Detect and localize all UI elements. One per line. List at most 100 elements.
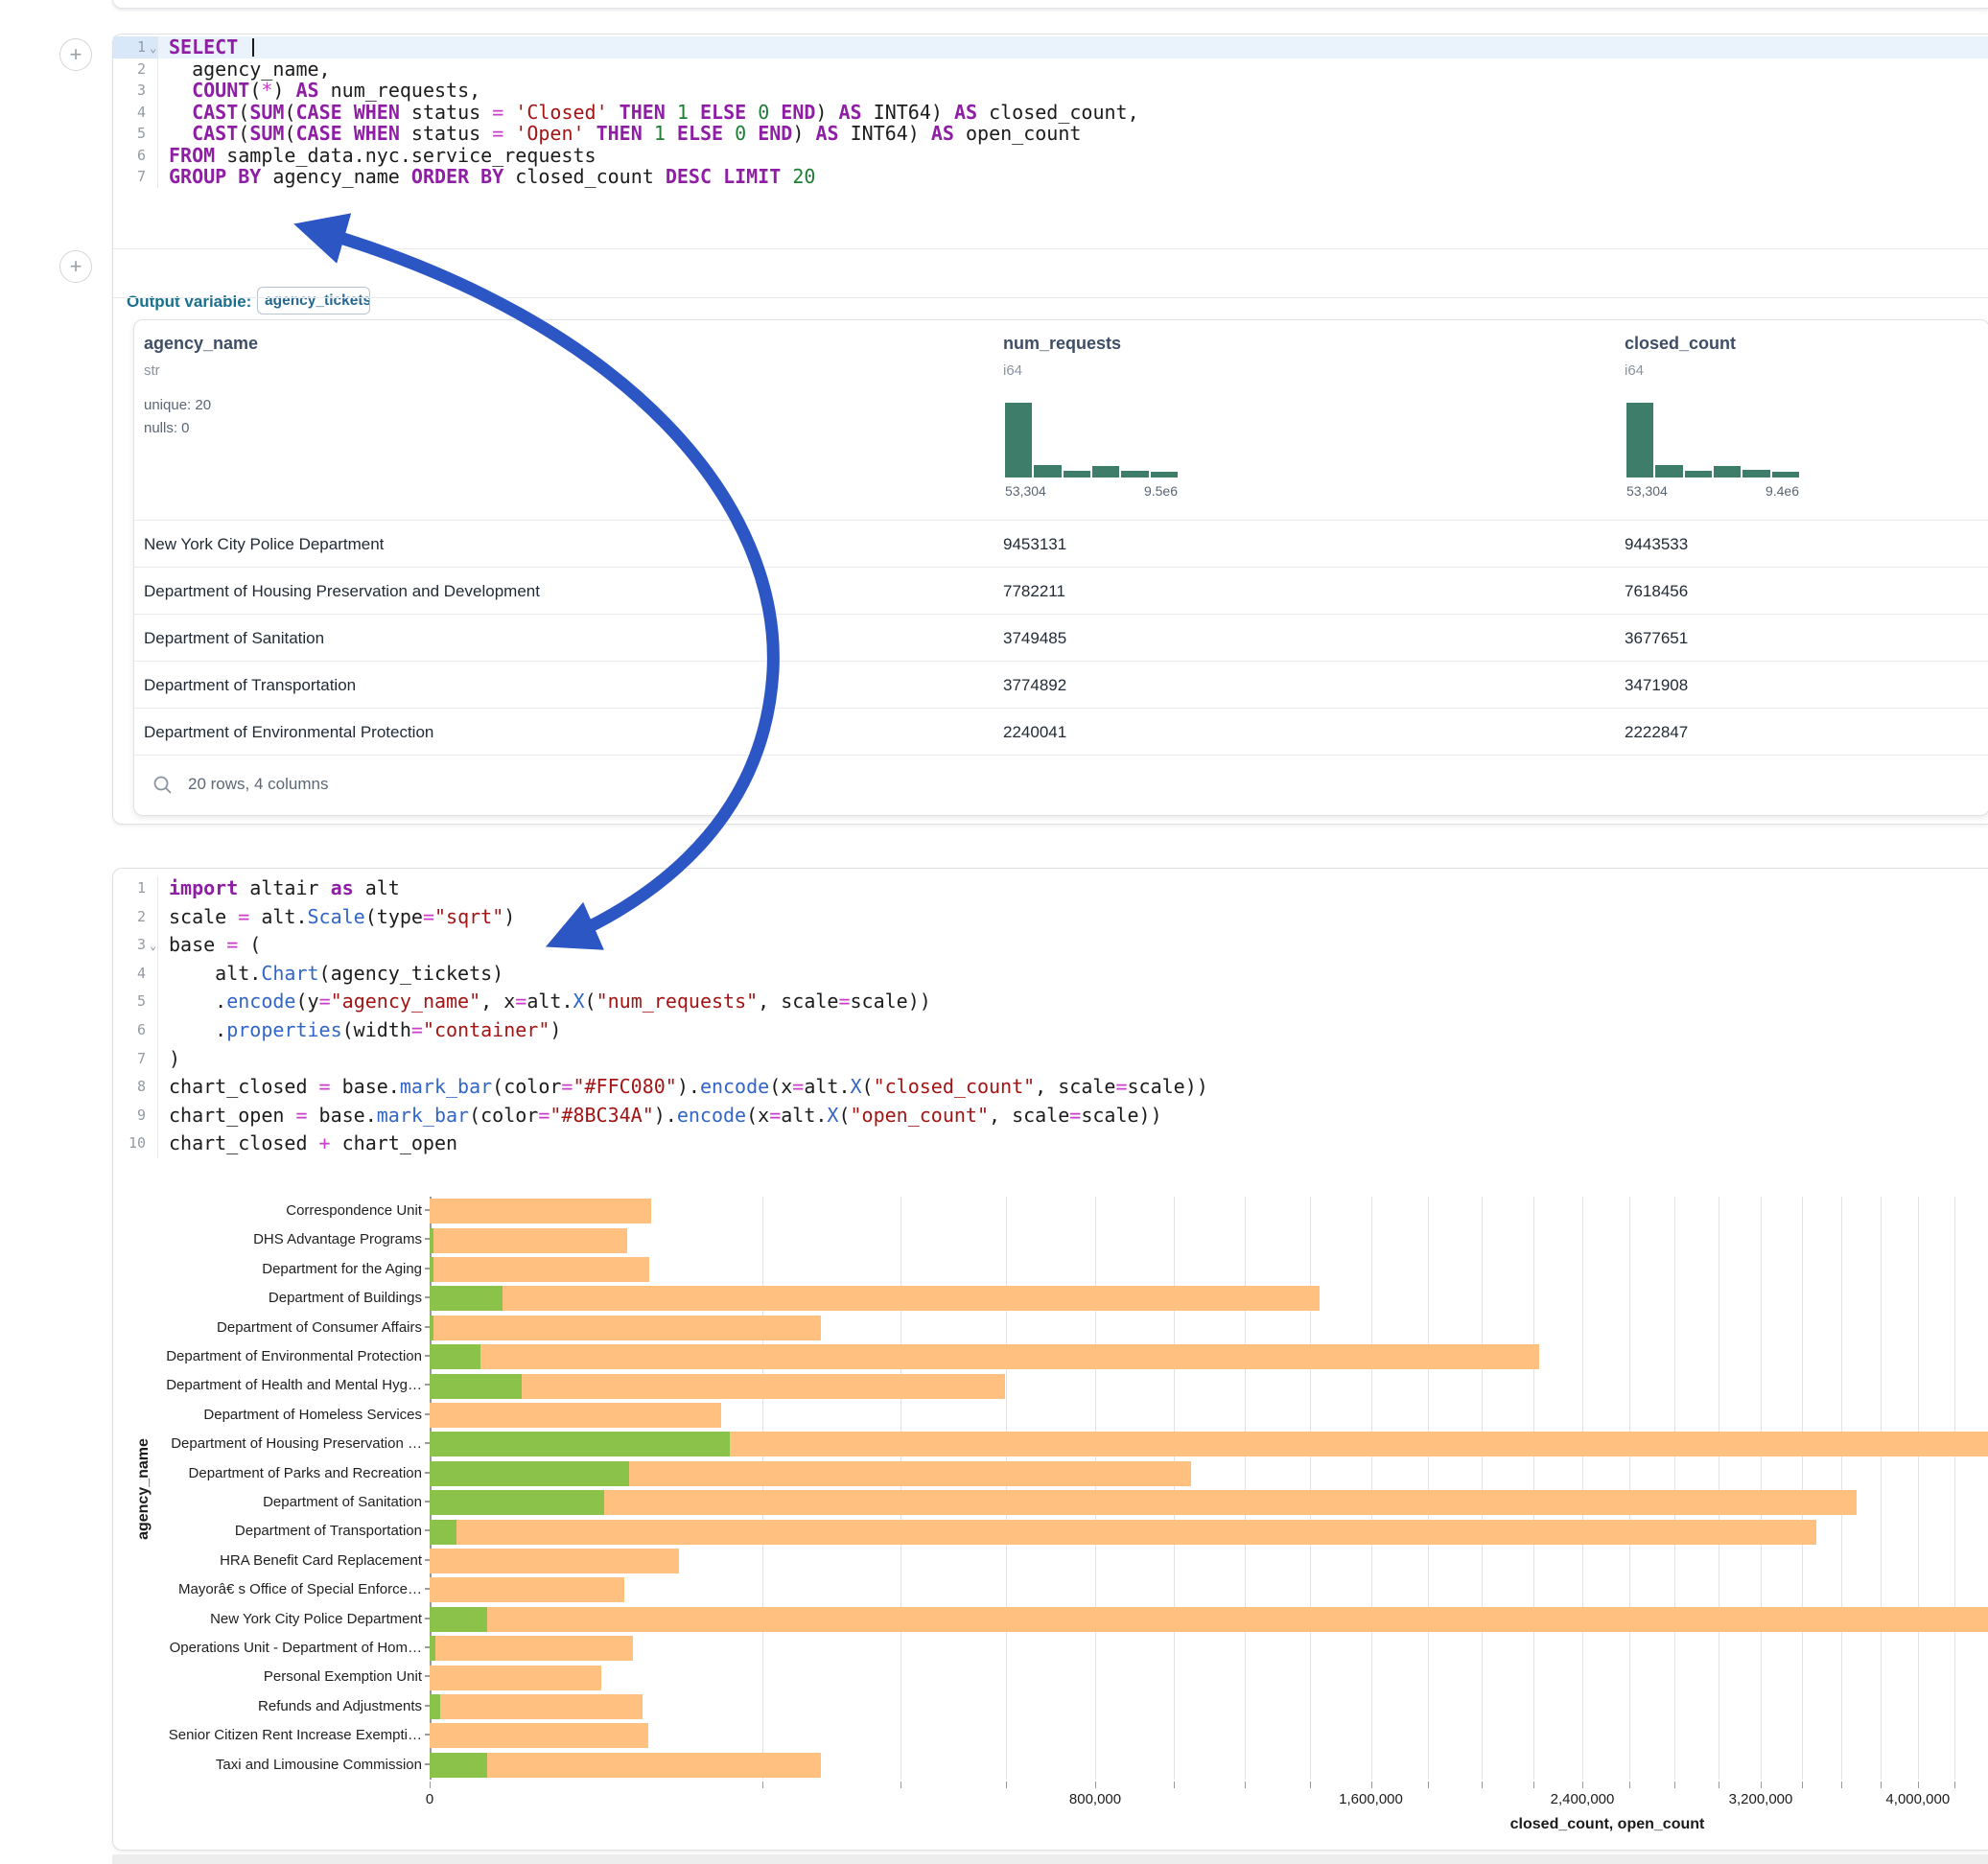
text-caret — [252, 38, 254, 57]
y-axis-label: Department for the Aging — [113, 1255, 430, 1284]
y-axis-label: Personal Exemption Unit — [113, 1663, 430, 1691]
gridline — [1629, 1197, 1630, 1780]
gridline — [1310, 1197, 1311, 1780]
histogram-bar — [1626, 403, 1653, 478]
search-icon[interactable] — [152, 774, 175, 797]
code-line[interactable]: 4 alt.Chart(agency_tickets) — [113, 960, 1988, 989]
previous-cell-edge — [112, 0, 1988, 9]
x-tick — [430, 1782, 431, 1788]
code-line[interactable]: 1import altair as alt — [113, 874, 1988, 903]
bar-open — [430, 1490, 604, 1515]
x-tick — [1954, 1782, 1955, 1788]
x-tick-label: 2,400,000 — [1551, 1791, 1615, 1807]
x-tick — [1841, 1782, 1842, 1788]
code-line[interactable]: 6FROM sample_data.nyc.service_requests — [113, 145, 1988, 167]
bar-closed — [430, 1636, 633, 1661]
line-number: 10 — [113, 1130, 146, 1158]
x-tick — [1582, 1782, 1583, 1788]
code-line[interactable]: 5 .encode(y="agency_name", x=alt.X("num_… — [113, 988, 1988, 1016]
python-cell: 1import altair as alt2scale = alt.Scale(… — [112, 868, 1988, 1851]
code-line[interactable]: 6 .properties(width="container") — [113, 1016, 1988, 1045]
table-cell: 3677651 — [1625, 615, 1688, 662]
code-line[interactable]: 7) — [113, 1045, 1988, 1074]
row-count-label: 20 rows, 4 columns — [188, 775, 328, 794]
gridline — [1841, 1197, 1842, 1780]
bar-open — [430, 1432, 730, 1456]
code-line[interactable]: 3 COUNT(*) AS num_requests, — [113, 80, 1988, 102]
code-line[interactable]: 10chart_closed + chart_open — [113, 1130, 1988, 1158]
add-cell-button[interactable]: + — [59, 38, 92, 71]
table-row[interactable]: New York City Police Department945313194… — [134, 520, 1988, 568]
histogram — [1005, 403, 1178, 478]
histogram-bar — [1005, 403, 1032, 478]
bottom-scroll-track[interactable] — [112, 1854, 1988, 1864]
table-cell: 3471908 — [1625, 662, 1688, 709]
output-variable-pill[interactable]: agency_tickets — [257, 287, 370, 315]
code-line[interactable]: 5 CAST(SUM(CASE WHEN status = 'Open' THE… — [113, 123, 1988, 145]
x-tick — [1095, 1782, 1096, 1788]
x-tick — [1674, 1782, 1675, 1788]
bar-open — [430, 1257, 433, 1282]
gridline — [1954, 1197, 1955, 1780]
column-stat: nulls: 0 — [144, 420, 190, 436]
add-cell-button[interactable]: + — [59, 250, 92, 283]
y-axis-labels: Correspondence UnitDHS Advantage Program… — [113, 1197, 430, 1780]
x-tick — [1761, 1782, 1762, 1788]
column-header[interactable]: closed_count — [1625, 334, 1736, 354]
bar-closed — [430, 1257, 649, 1282]
column-header[interactable]: num_requests — [1003, 334, 1121, 354]
table-row[interactable]: Department of Environmental Protection 22… — [134, 708, 1988, 756]
gridline — [1881, 1197, 1882, 1780]
notebook-page: + + 1⌄SELECT 2 agency_name,3 COUNT(*) AS… — [0, 0, 1988, 1864]
table-cell: New York City Police Department — [144, 521, 384, 568]
x-tick — [762, 1782, 763, 1788]
table-row[interactable]: Department of Sanitation37494853677651 — [134, 614, 1988, 662]
bar-closed — [430, 1344, 1539, 1369]
line-number: 5 — [113, 123, 146, 145]
bar-closed — [430, 1607, 1988, 1632]
y-axis-label: Correspondence Unit — [113, 1197, 430, 1225]
table-cell: 2240041 — [1003, 709, 1066, 756]
table-row[interactable]: Department of Transportation 3774892 34719… — [134, 661, 1988, 709]
x-tick-label: 800,000 — [1069, 1791, 1121, 1807]
x-tick — [1245, 1782, 1246, 1788]
x-tick — [1310, 1782, 1311, 1788]
code-line[interactable]: 2 agency_name, — [113, 58, 1988, 81]
sql-editor[interactable]: 1⌄SELECT 2 agency_name,3 COUNT(*) AS num… — [113, 36, 1988, 188]
code-line[interactable]: 2scale = alt.Scale(type="sqrt") — [113, 903, 1988, 932]
code-line[interactable]: 4 CAST(SUM(CASE WHEN status = 'Closed' T… — [113, 102, 1988, 124]
line-number: 4 — [113, 960, 146, 989]
gridline — [1006, 1197, 1007, 1780]
bar-closed — [430, 1694, 643, 1719]
bar-closed — [430, 1666, 601, 1690]
line-number: 9 — [113, 1102, 146, 1130]
fold-chevron-icon[interactable]: ⌄ — [150, 37, 156, 59]
bar-closed — [430, 1753, 821, 1778]
table-cell: Department of Environmental Protection — [144, 709, 433, 756]
code-line[interactable]: 9chart_open = base.mark_bar(color="#8BC3… — [113, 1102, 1988, 1130]
gridline — [1582, 1197, 1583, 1780]
python-editor[interactable]: 1import altair as alt2scale = alt.Scale(… — [113, 874, 1988, 1158]
bar-open — [430, 1344, 480, 1369]
bar-closed — [430, 1549, 679, 1573]
code-line[interactable]: 1⌄SELECT — [113, 36, 1988, 58]
table-cell: Department of Transportation — [144, 662, 356, 709]
code-line[interactable]: 3⌄base = ( — [113, 931, 1988, 960]
output-variable-label: Output variable: — [127, 292, 251, 312]
x-tick — [1918, 1782, 1919, 1788]
gridline — [1761, 1197, 1762, 1780]
histogram-bar — [1655, 465, 1682, 478]
code-line[interactable]: 7GROUP BY agency_name ORDER BY closed_co… — [113, 166, 1988, 188]
y-axis-label: Department of Buildings — [113, 1284, 430, 1313]
divider — [113, 248, 1988, 249]
fold-chevron-icon[interactable]: ⌄ — [150, 932, 156, 961]
table-row[interactable]: Department of Housing Preservation and D… — [134, 567, 1988, 615]
code-line[interactable]: 8chart_closed = base.mark_bar(color="#FF… — [113, 1073, 1988, 1102]
x-tick — [1881, 1782, 1882, 1788]
x-tick — [1428, 1782, 1429, 1788]
column-header[interactable]: agency_name — [144, 334, 258, 354]
line-number: 2 — [113, 903, 146, 932]
histogram-bar — [1064, 471, 1090, 478]
gridline — [1918, 1197, 1919, 1780]
table-cell: 3774892 — [1003, 662, 1066, 709]
